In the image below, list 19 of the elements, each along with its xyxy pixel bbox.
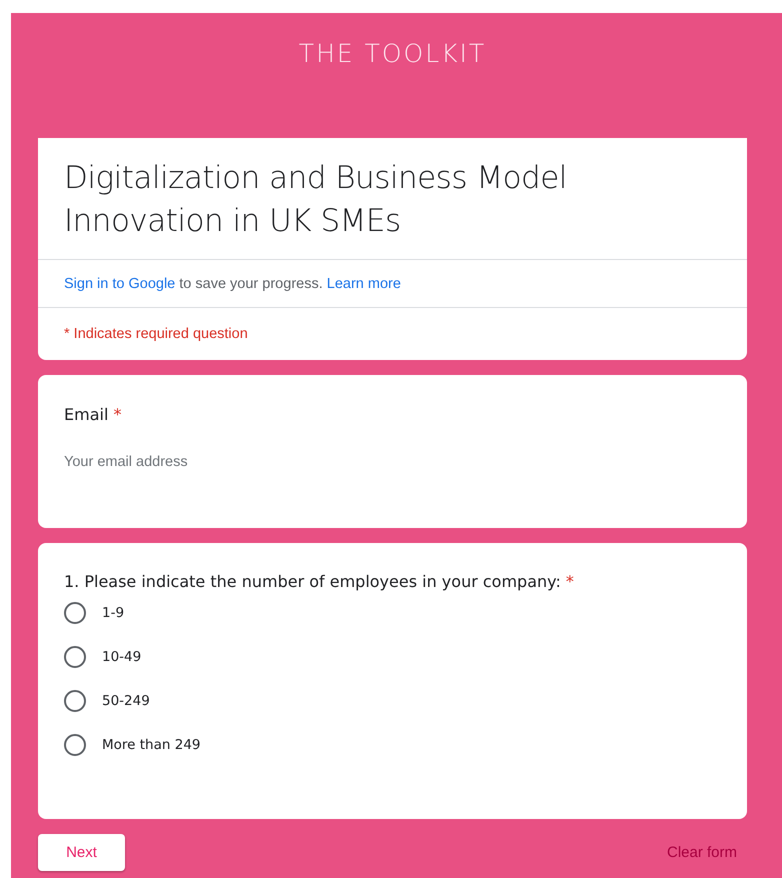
option-label[interactable]: 50-249: [102, 693, 150, 709]
next-button[interactable]: Next: [38, 834, 125, 871]
form-title: Digitalization and Business Model Innovation in UK SMEs: [38, 142, 747, 260]
question-label: Email: [64, 405, 108, 424]
radio-button[interactable]: [64, 690, 86, 712]
option-label[interactable]: 1-9: [102, 605, 124, 621]
question-label: 1. Please indicate the number of employees in your company:: [64, 572, 562, 591]
signin-note: Sign in to Google to save your progress. Learn more: [64, 276, 401, 292]
radio-button[interactable]: [64, 646, 86, 668]
site-title: THE TOOLKIT: [298, 38, 488, 70]
required-note: * Indicates required question: [63, 325, 249, 344]
option-label[interactable]: More than 249: [102, 737, 200, 753]
required-mark: *: [113, 405, 122, 424]
option-label[interactable]: 10-49: [102, 649, 142, 665]
required-mark: *: [566, 572, 574, 591]
signin-link[interactable]: Sign in to Google: [64, 276, 176, 292]
radio-button[interactable]: [64, 734, 86, 756]
radio-button[interactable]: [64, 602, 86, 624]
learn-more-link[interactable]: Learn more: [326, 276, 401, 292]
